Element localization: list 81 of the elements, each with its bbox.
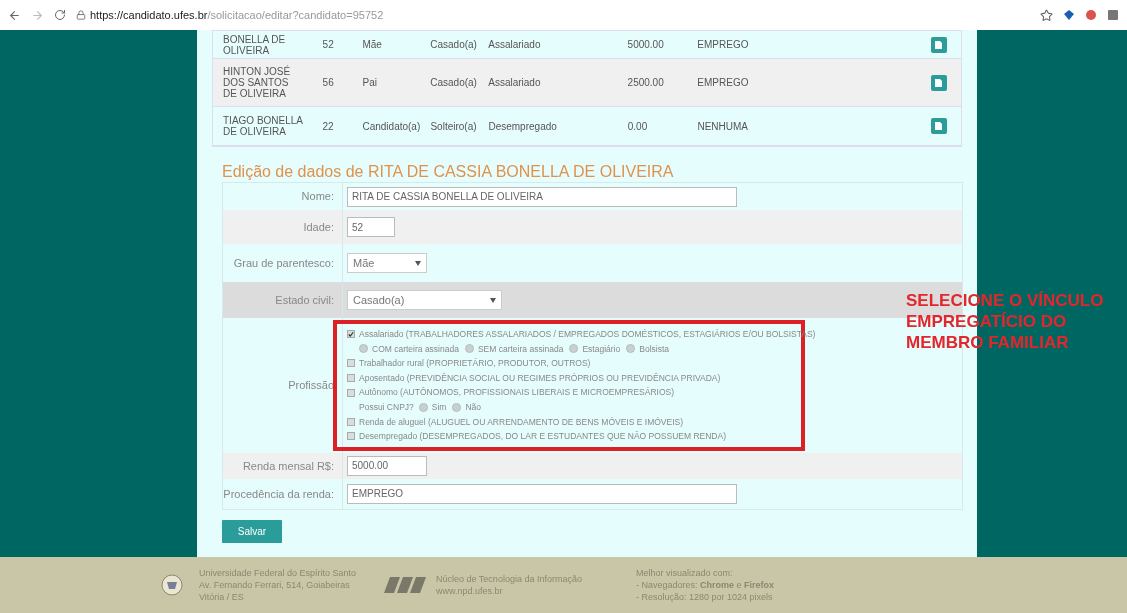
input-field[interactable]: EMPREGO (347, 483, 737, 504)
table-cell: EMPREGO (697, 77, 749, 88)
option-label: Renda de aluguel (ALUGUEL OU ARRENDAMENTO DE BENS MÓVEIS E IMÓVEIS) (359, 415, 684, 429)
edit-button[interactable] (930, 74, 947, 91)
table-cell: Casado(a) (430, 39, 477, 50)
table-cell: 52 (322, 39, 334, 50)
save-button[interactable]: Salvar (222, 519, 282, 543)
radio-label: Bolsista (639, 342, 669, 356)
checkbox[interactable] (347, 374, 355, 383)
checkbox[interactable] (347, 330, 355, 339)
radio-button[interactable] (359, 344, 368, 354)
caret-icon (490, 297, 496, 303)
checkbox[interactable] (347, 359, 355, 368)
checkbox[interactable] (347, 388, 355, 397)
option-label: Trabalhador rural (PROPRIETÁRIO, PRODUTOR, OUTROS) (359, 357, 591, 371)
footer-text: www.npd.ufes.br (436, 585, 504, 597)
input-field[interactable]: 5000.00 (347, 455, 427, 476)
reload-icon[interactable] (54, 9, 66, 21)
input-field[interactable]: RITA DE CASSIA BONELLA DE OLIVEIRA (347, 186, 737, 207)
shield-icon[interactable] (1085, 9, 1097, 21)
table-cell: BONELLA DE OLIVEIRA (223, 33, 286, 56)
field-label: Renda mensal R$: (242, 458, 334, 474)
document-icon (935, 40, 943, 49)
lock-icon (76, 10, 86, 20)
field-label: Idade: (303, 219, 334, 235)
radio-label: SEM carteira assinada (477, 342, 564, 356)
back-icon[interactable] (8, 8, 21, 22)
question-label: Possui CNPJ? (359, 400, 414, 414)
edit-button[interactable] (930, 118, 947, 134)
table-cell: Assalariado (488, 77, 541, 88)
radio-button[interactable] (418, 402, 428, 412)
table-cell: NENHUMA (697, 120, 749, 132)
npd-logo-icon (384, 577, 426, 593)
radio-label: Não (465, 400, 482, 414)
field-label: Grau de parentesco: (233, 255, 334, 271)
radio-button[interactable] (452, 402, 462, 412)
field-label: Nome: (301, 189, 334, 205)
extension-icon[interactable] (1107, 9, 1119, 21)
extension-icon[interactable] (1063, 9, 1075, 21)
address-bar[interactable]: https://candidato.ufes.br/solicitacao/editar?candidato=95752 (90, 6, 384, 24)
form-title: Edição de dados de RITA DE CASSIA BONELLA DE OLIVEIRA (222, 162, 675, 182)
table-cell: 56 (322, 77, 334, 88)
checkbox[interactable] (347, 417, 355, 426)
option-label: Aposentado (PREVIDÊNCIA SOCIAL OU REGIMES PRÓPRIOS OU PREVIDÊNCIA PRIVADA) (359, 371, 721, 385)
table-cell: 0.00 (627, 120, 648, 132)
table-cell: Mãe (362, 39, 382, 50)
university-seal-icon (161, 574, 183, 596)
table-cell: 22 (322, 120, 334, 132)
table-cell: 2500.00 (627, 77, 664, 88)
forward-icon[interactable] (31, 8, 44, 22)
table-cell: Solteiro(a) (430, 120, 477, 132)
table-cell: HINTON JOSÉ DOS SANTOS DE OLIVEIRA (223, 66, 291, 99)
edit-button[interactable] (930, 36, 947, 53)
radio-label: Estagiário (582, 342, 621, 356)
radio-button[interactable] (464, 344, 474, 354)
checkbox[interactable] (347, 432, 355, 441)
option-label: Desempregado (DESEMPREGADOS, DO LAR E ESTUDANTES QUE NÃO POSSUEM RENDA) (359, 430, 726, 444)
table-cell: Casado(a) (430, 77, 477, 88)
bookmark-star-icon[interactable] (1040, 8, 1053, 22)
field-label: Estado civil: (275, 292, 334, 308)
table-cell: Pai (362, 77, 377, 88)
option-label: Autônomo (AUTÔNOMOS, PROFISSIONAIS LIBERAIS E MICROEMPRESÁRIOS) (359, 386, 675, 400)
table-cell: 5000.00 (627, 39, 664, 50)
select-field[interactable]: Casado(a) (347, 290, 502, 310)
caret-icon (415, 260, 421, 266)
radio-label: COM carteira assinada (372, 342, 459, 356)
radio-label: Sim (431, 400, 447, 414)
input-field[interactable]: 52 (347, 217, 395, 237)
table-cell: Desempregado (488, 120, 557, 132)
check-icon (348, 330, 354, 338)
table-cell: Assalariado (488, 39, 541, 50)
document-icon (935, 122, 943, 130)
field-label: Profissão (288, 378, 334, 394)
table-cell: Candidato(a) (362, 120, 421, 132)
table-cell: TIAGO BONELLA DE OLIVEIRA (223, 115, 303, 137)
document-icon (935, 78, 943, 87)
table-cell: EMPREGO (697, 39, 749, 50)
field-label: Procedência da renda: (223, 486, 334, 502)
select-field[interactable]: Mãe (347, 253, 427, 273)
radio-button[interactable] (569, 344, 579, 354)
radio-button[interactable] (626, 344, 636, 354)
